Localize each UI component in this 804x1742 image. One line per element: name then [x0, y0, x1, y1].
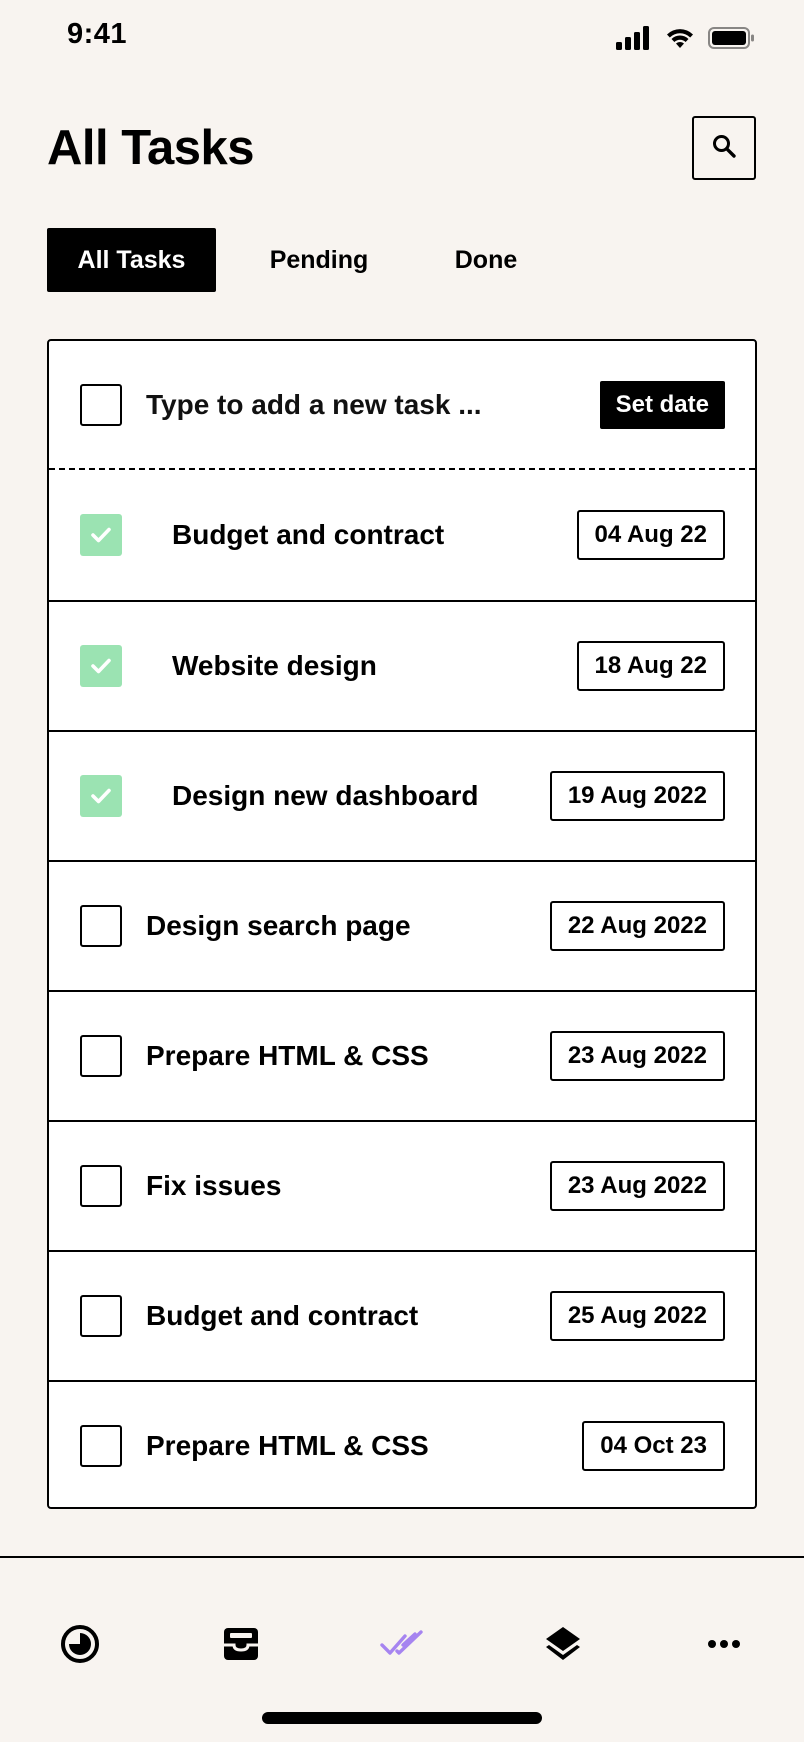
more-icon — [708, 1640, 740, 1648]
nav-clock[interactable] — [52, 1616, 108, 1672]
task-checkbox[interactable] — [80, 905, 122, 947]
wifi-icon — [664, 26, 696, 55]
task-checkbox[interactable] — [80, 1425, 122, 1467]
task-row[interactable]: Website design 18 Aug 22 — [49, 600, 755, 730]
tab-done[interactable]: Done — [422, 228, 550, 292]
task-checkbox[interactable] — [80, 1035, 122, 1077]
status-bar: 9:41 — [0, 0, 804, 80]
task-row[interactable]: Budget and contract 25 Aug 2022 — [49, 1250, 755, 1380]
task-label: Prepare HTML & CSS — [146, 1430, 429, 1461]
task-checkbox-checked[interactable] — [80, 645, 122, 687]
task-row[interactable]: Prepare HTML & CSS 23 Aug 2022 — [49, 990, 755, 1120]
checkmark-icon — [91, 658, 111, 674]
battery-icon — [708, 26, 756, 55]
new-task-row: Type to add a new task ... Set date — [49, 341, 755, 470]
task-label: Budget and contract — [172, 519, 445, 550]
task-checkbox-checked[interactable] — [80, 514, 122, 556]
task-row[interactable]: Prepare HTML & CSS 04 Oct 23 — [49, 1380, 755, 1507]
task-checkbox[interactable] — [80, 1295, 122, 1337]
task-row[interactable]: Design search page 22 Aug 2022 — [49, 860, 755, 990]
nav-more[interactable] — [696, 1616, 752, 1672]
status-time: 9:41 — [67, 18, 128, 50]
double-check-icon — [380, 1630, 423, 1655]
task-label: Budget and contract — [146, 1300, 419, 1331]
nav-tasks[interactable] — [374, 1616, 430, 1672]
task-date-badge[interactable]: 25 Aug 2022 — [549, 1291, 725, 1341]
nav-layers[interactable] — [535, 1616, 591, 1672]
task-checkbox[interactable] — [80, 1165, 122, 1207]
filter-tabs: All Tasks Pending Done — [47, 228, 550, 292]
task-checkbox-checked[interactable] — [80, 775, 122, 817]
task-date-badge[interactable]: 04 Oct 23 — [582, 1421, 725, 1471]
search-icon — [711, 133, 737, 164]
search-button[interactable] — [692, 116, 756, 180]
layers-icon — [546, 1627, 580, 1660]
checkmark-icon — [91, 788, 111, 804]
cellular-signal-icon — [616, 26, 652, 55]
page-title: All Tasks — [47, 121, 255, 175]
task-label: Fix issues — [146, 1170, 282, 1201]
status-icons — [616, 26, 756, 55]
inbox-icon — [224, 1628, 258, 1660]
task-date-badge[interactable]: 04 Aug 22 — [576, 510, 725, 560]
task-row[interactable]: Design new dashboard 19 Aug 2022 — [49, 730, 755, 860]
tab-all-tasks[interactable]: All Tasks — [47, 228, 216, 292]
set-date-button[interactable]: Set date — [599, 380, 725, 429]
task-row[interactable]: Budget and contract 04 Aug 22 — [49, 470, 755, 600]
new-task-checkbox[interactable] — [80, 383, 122, 426]
task-date-badge[interactable]: 23 Aug 2022 — [549, 1031, 725, 1081]
task-list-card: Type to add a new task ... Set date Budg… — [47, 339, 757, 1509]
new-task-input[interactable]: Type to add a new task ... — [146, 389, 482, 421]
task-date-badge[interactable]: 22 Aug 2022 — [549, 901, 725, 951]
task-date-badge[interactable]: 19 Aug 2022 — [549, 771, 725, 821]
nav-inbox[interactable] — [213, 1616, 269, 1672]
home-indicator — [262, 1712, 542, 1724]
clock-icon — [61, 1625, 99, 1663]
task-row[interactable]: Fix issues 23 Aug 2022 — [49, 1120, 755, 1250]
task-date-badge[interactable]: 23 Aug 2022 — [549, 1161, 725, 1211]
task-label: Design search page — [146, 910, 411, 941]
tab-pending[interactable]: Pending — [216, 228, 422, 292]
checkmark-icon — [91, 527, 111, 543]
task-label: Design new dashboard — [172, 780, 479, 811]
task-label: Prepare HTML & CSS — [146, 1040, 429, 1071]
task-label: Website design — [172, 650, 377, 681]
task-date-badge[interactable]: 18 Aug 22 — [576, 641, 725, 691]
